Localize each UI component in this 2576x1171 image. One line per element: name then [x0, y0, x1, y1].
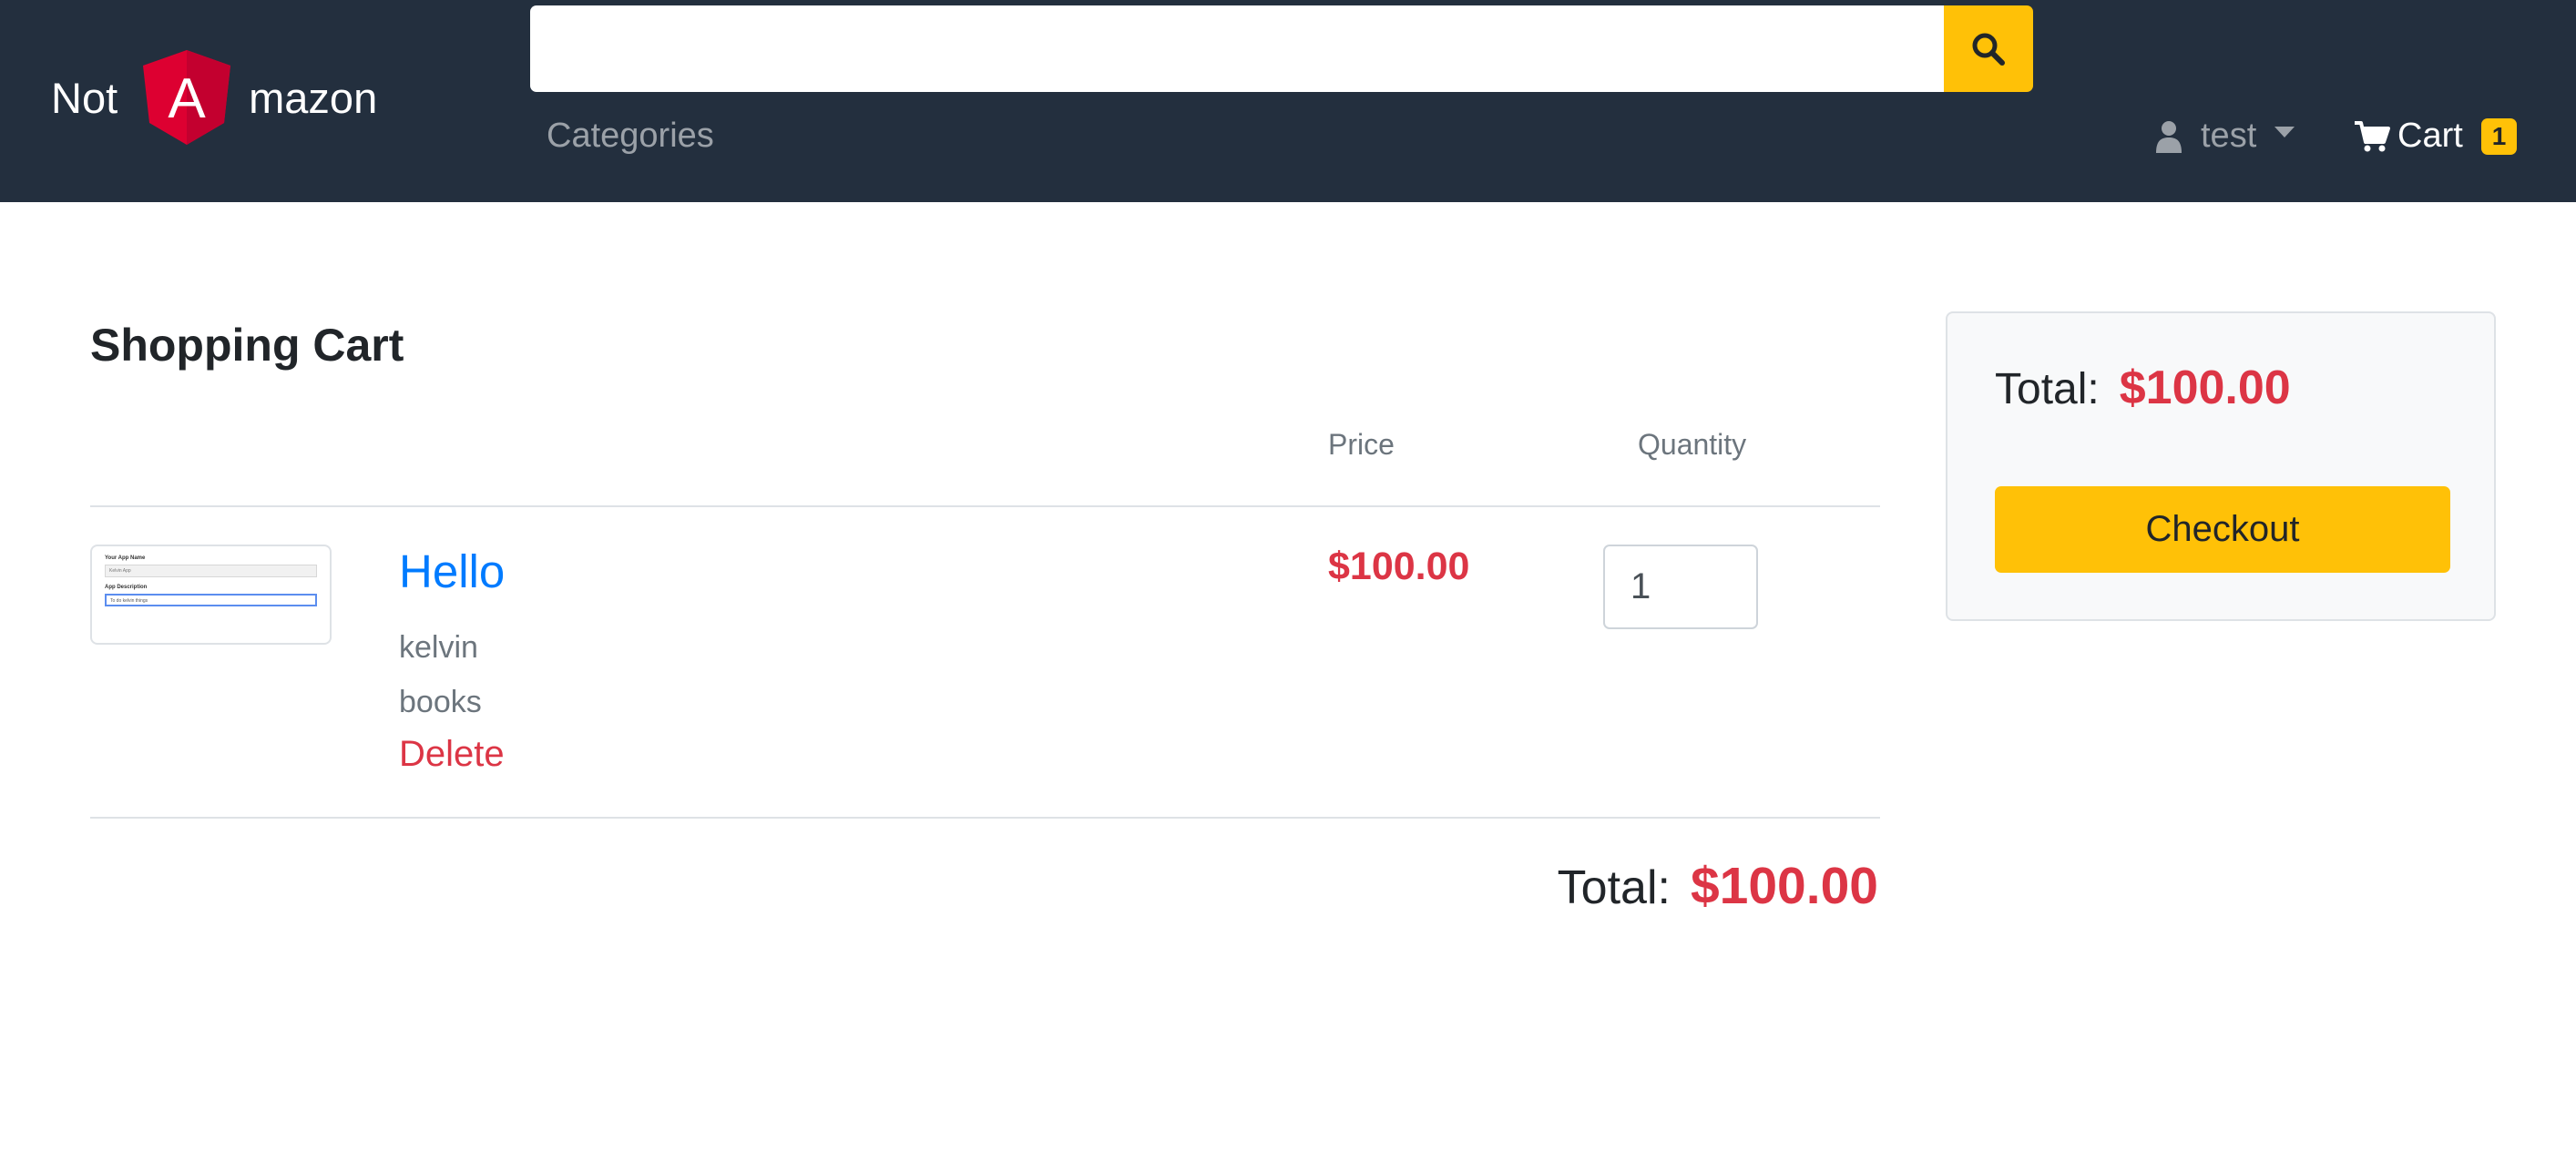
user-name: test — [2201, 117, 2257, 155]
chevron-down-icon — [2274, 126, 2295, 137]
thumbnail-label: Your App Name — [105, 555, 146, 561]
search-icon — [1972, 33, 2005, 66]
product-seller: kelvin — [399, 630, 478, 665]
thumbnail-field: To do kelvin things — [105, 594, 317, 606]
delete-item-link[interactable]: Delete — [399, 734, 505, 775]
page-title: Shopping Cart — [90, 320, 404, 371]
angular-logo-icon: A — [143, 50, 231, 145]
search-button[interactable] — [1944, 5, 2033, 92]
shopping-cart-icon — [2355, 120, 2390, 151]
logo-letter: A — [168, 67, 206, 130]
top-navbar: Not A mazon Categories test Cart 1 — [0, 0, 2576, 202]
cart-label: Cart — [2397, 117, 2463, 155]
cart-count-badge: 1 — [2480, 117, 2518, 155]
cart-total-value: $100.00 — [1690, 857, 1878, 915]
user-dropdown[interactable]: test — [2155, 117, 2295, 156]
divider — [90, 817, 1880, 819]
cart-link[interactable]: Cart 1 — [2354, 117, 2518, 156]
summary-total-label: Total: — [1995, 365, 2100, 413]
cart-total-label: Total: — [1557, 861, 1671, 914]
order-summary-card: Total: $100.00 Checkout — [1946, 311, 2496, 621]
summary-total-value: $100.00 — [2119, 361, 2291, 414]
thumbnail-label: App Description — [105, 585, 148, 590]
brand-text-left: Not — [51, 73, 118, 122]
product-thumbnail[interactable]: Your App Name Kelvin App App Description… — [90, 545, 332, 645]
thumbnail-field: Kelvin App — [105, 565, 317, 577]
product-price: $100.00 — [1328, 545, 1470, 588]
cart-total: Total: $100.00 — [1558, 856, 1878, 916]
column-header-price: Price — [1328, 428, 1395, 461]
brand-logo-link[interactable]: Not A mazon — [51, 47, 377, 148]
column-header-quantity: Quantity — [1638, 428, 1747, 461]
user-icon — [2156, 120, 2182, 153]
product-category: books — [399, 685, 482, 719]
divider — [90, 505, 1880, 507]
summary-total: Total: $100.00 — [1995, 361, 2291, 415]
brand-text-right: mazon — [249, 73, 378, 122]
search-input[interactable] — [530, 5, 1946, 92]
quantity-input[interactable] — [1603, 545, 1758, 629]
categories-link[interactable]: Categories — [547, 117, 714, 156]
product-title-link[interactable]: Hello — [399, 545, 505, 598]
checkout-button[interactable]: Checkout — [1995, 486, 2450, 573]
